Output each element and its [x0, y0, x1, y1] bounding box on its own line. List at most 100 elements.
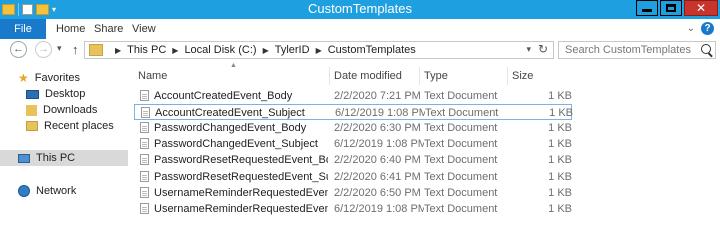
tab-share[interactable]: Share — [94, 19, 123, 39]
file-type: Text Document — [424, 138, 498, 151]
navigation-pane: ★ Favorites Desktop Downloads Recent pla… — [0, 62, 128, 244]
close-button[interactable]: ✕ — [684, 0, 718, 16]
file-type: Text Document — [424, 202, 498, 215]
breadcrumb-local-disk[interactable]: Local Disk (C:) — [184, 44, 256, 56]
file-type: Text Document — [424, 154, 498, 167]
folder-icon — [89, 44, 103, 56]
file-name: PasswordChangedEvent_Subject — [154, 138, 318, 151]
sidebar-item-label: Downloads — [43, 104, 98, 116]
chevron-down-icon[interactable]: ⌄ — [687, 23, 695, 34]
column-header-size[interactable]: Size — [508, 67, 570, 85]
breadcrumb-this-pc[interactable]: This PC — [127, 44, 166, 56]
sidebar-item-label: Desktop — [45, 88, 86, 100]
window-controls: ✕ — [636, 0, 718, 16]
chevron-right-icon[interactable]: ▶ — [316, 46, 322, 55]
table-row[interactable]: UsernameReminderRequestedEvent_Body 2/2/2… — [134, 185, 572, 201]
file-type: Text Document — [424, 186, 498, 199]
text-document-icon — [140, 122, 149, 134]
file-name: UsernameReminderRequestedEvent_Body — [154, 186, 328, 199]
table-row[interactable]: PasswordResetRequestedEvent_Subject 2/2/2… — [134, 169, 572, 185]
navigation-bar: ← → ▾ ↑ ▶ This PC ▶ Local Disk (C:) ▶ Ty… — [0, 39, 720, 61]
tab-home[interactable]: Home — [56, 19, 85, 39]
search-icon[interactable] — [701, 44, 711, 54]
tab-view[interactable]: View — [132, 19, 156, 39]
text-document-icon — [140, 154, 149, 166]
file-date-modified: 2/2/2020 6:50 PM — [334, 186, 421, 199]
file-name: AccountCreatedEvent_Subject — [155, 107, 305, 120]
address-dropdown-icon[interactable]: ▾ — [526, 44, 531, 55]
file-list: ▲ Name Date modified Type Size AccountCr… — [128, 62, 720, 244]
sidebar-item-desktop[interactable]: Desktop — [26, 86, 85, 102]
recent-locations-icon[interactable]: ▾ — [57, 43, 62, 54]
text-document-icon — [140, 90, 149, 101]
chevron-right-icon[interactable]: ▶ — [172, 46, 178, 55]
refresh-icon[interactable]: ↻ — [538, 42, 548, 56]
file-size: 1 KB — [548, 154, 572, 167]
file-size: 1 KB — [548, 122, 572, 135]
computer-icon — [18, 153, 30, 163]
file-type: Text Document — [425, 107, 499, 120]
sidebar-item-network[interactable]: Network — [18, 183, 76, 199]
text-document-icon — [140, 202, 149, 214]
file-date-modified: 2/2/2020 6:40 PM — [334, 154, 421, 167]
maximize-button[interactable] — [660, 0, 682, 16]
chevron-right-icon[interactable]: ▶ — [263, 46, 269, 55]
table-row[interactable]: PasswordChangedEvent_Body 2/2/2020 6:30 P… — [134, 120, 572, 136]
star-icon: ★ — [18, 71, 29, 85]
file-size: 1 KB — [548, 186, 572, 199]
file-date-modified: 2/2/2020 6:30 PM — [334, 122, 421, 135]
downloads-icon — [26, 104, 37, 116]
ribbon: File Home Share View ⌄ ? — [0, 19, 720, 40]
file-name: PasswordResetRequestedEvent_Body — [154, 154, 328, 167]
file-size: 1 KB — [548, 90, 572, 102]
title-bar: ▾ CustomTemplates ✕ — [0, 0, 720, 19]
chevron-right-icon[interactable]: ▶ — [115, 46, 121, 55]
address-bar[interactable]: ▶ This PC ▶ Local Disk (C:) ▶ TylerID ▶ … — [84, 41, 554, 59]
table-row[interactable]: PasswordResetRequestedEvent_Body 2/2/2020… — [134, 152, 572, 168]
file-date-modified: 6/12/2019 1:08 PM — [334, 138, 424, 151]
file-type: Text Document — [424, 170, 498, 183]
forward-button[interactable]: → — [35, 41, 52, 58]
file-size: 1 KB — [548, 138, 572, 151]
breadcrumb-customtemplates[interactable]: CustomTemplates — [328, 44, 416, 56]
sidebar-item-downloads[interactable]: Downloads — [26, 102, 97, 118]
sidebar-item-label: Recent places — [44, 120, 114, 132]
file-name: PasswordChangedEvent_Body — [154, 122, 307, 135]
search-input[interactable]: Search CustomTemplates — [558, 41, 716, 59]
column-header-date-modified[interactable]: Date modified — [330, 67, 420, 85]
text-document-icon — [141, 107, 150, 119]
back-button[interactable]: ← — [10, 41, 27, 58]
sidebar-item-favorites[interactable]: ★ Favorites — [18, 70, 80, 86]
file-size: 1 KB — [549, 107, 573, 120]
file-date-modified: 6/12/2019 1:08 PM — [335, 107, 425, 120]
sidebar-item-label: Network — [36, 185, 77, 197]
table-row[interactable]: AccountCreatedEvent_Body 2/2/2020 7:21 PM… — [134, 88, 572, 104]
ribbon-controls: ⌄ ? — [687, 22, 714, 35]
sidebar-item-label: Favorites — [34, 72, 81, 84]
window-title: CustomTemplates — [307, 1, 413, 16]
file-size: 1 KB — [548, 170, 572, 183]
file-date-modified: 6/12/2019 1:08 PM — [334, 202, 424, 215]
up-button[interactable]: ↑ — [72, 42, 79, 57]
breadcrumb-tylerid[interactable]: TylerID — [275, 44, 310, 56]
table-row[interactable]: UsernameReminderRequestedEvent_Subj... 6/… — [134, 201, 572, 217]
network-icon — [18, 185, 30, 197]
file-name: PasswordResetRequestedEvent_Subject — [154, 170, 328, 183]
help-icon[interactable]: ? — [701, 22, 714, 35]
file-size: 1 KB — [548, 202, 572, 215]
sidebar-item-this-pc[interactable]: This PC — [0, 150, 128, 166]
table-row[interactable]: AccountCreatedEvent_Subject 6/12/2019 1:0… — [134, 104, 573, 121]
file-name: UsernameReminderRequestedEvent_Subj... — [154, 202, 328, 215]
table-row[interactable]: PasswordChangedEvent_Subject 6/12/2019 1:… — [134, 136, 572, 152]
minimize-button[interactable] — [636, 0, 658, 16]
desktop-icon — [26, 89, 39, 99]
recent-places-icon — [26, 121, 38, 131]
search-placeholder: Search CustomTemplates — [565, 44, 691, 56]
column-header-type[interactable]: Type — [420, 67, 508, 85]
column-header-name[interactable]: Name — [134, 67, 330, 85]
text-document-icon — [140, 170, 149, 182]
file-name: AccountCreatedEvent_Body — [154, 90, 293, 102]
sidebar-item-recent-places[interactable]: Recent places — [26, 118, 114, 134]
tab-file[interactable]: File — [0, 19, 46, 39]
file-type: Text Document — [424, 122, 498, 135]
